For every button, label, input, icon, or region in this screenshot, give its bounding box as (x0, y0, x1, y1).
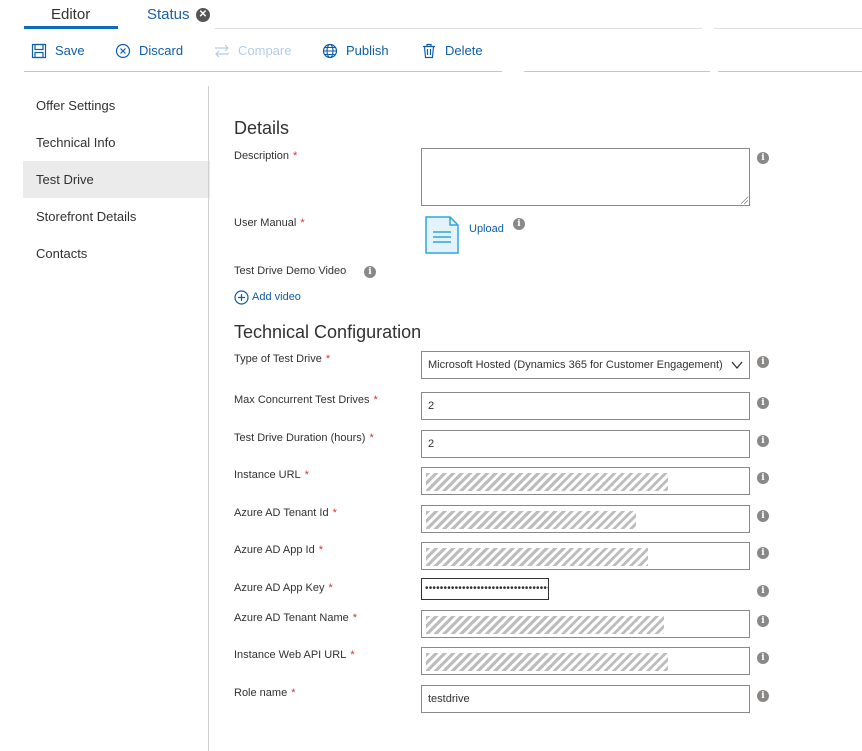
role-name-input[interactable]: testdrive (421, 685, 750, 713)
tab-bar-divider (714, 28, 862, 29)
delete-label: Delete (445, 43, 483, 58)
compare-icon (215, 44, 229, 58)
delete-icon (423, 43, 435, 59)
required-mark: * (350, 649, 355, 661)
tab-bar-divider (215, 28, 702, 29)
required-mark: * (291, 687, 296, 699)
required-mark: * (352, 612, 358, 624)
tenant-name-label: Azure AD Tenant Name * (234, 612, 358, 624)
nav-item-test-drive[interactable]: Test Drive (23, 161, 210, 198)
nav-item-offer-settings[interactable]: Offer Settings (23, 87, 210, 124)
app-key-label: Azure AD App Key * (234, 582, 333, 594)
publish-label: Publish (346, 43, 389, 58)
discard-button[interactable]: Discard (115, 42, 183, 60)
tenant-name-input[interactable] (421, 610, 750, 638)
web-api-url-input[interactable] (421, 647, 750, 675)
details-heading: Details (234, 118, 290, 138)
info-icon[interactable]: i (757, 152, 769, 164)
nav-item-technical-info[interactable]: Technical Info (23, 124, 210, 161)
compare-button[interactable]: Compare (214, 42, 291, 60)
info-icon[interactable]: i (757, 356, 769, 368)
save-label: Save (55, 43, 85, 58)
info-icon[interactable]: i (757, 472, 769, 484)
nav-item-storefront-details[interactable]: Storefront Details (23, 198, 210, 235)
publish-button[interactable]: Publish (322, 42, 389, 60)
tab-status[interactable]: Status (147, 5, 190, 25)
compare-label: Compare (238, 43, 292, 58)
required-mark: * (369, 432, 374, 444)
test-drive-type-select[interactable]: Microsoft Hosted (Dynamics 365 for Custo… (421, 351, 750, 379)
redacted-value (426, 653, 668, 671)
redacted-value (426, 473, 668, 491)
upload-link[interactable]: Upload (469, 222, 504, 236)
technical-configuration-heading: Technical Configuration (234, 322, 422, 342)
user-manual-label: User Manual * (234, 217, 305, 229)
test-drive-type-value: Microsoft Hosted (Dynamics 365 for Custo… (428, 359, 723, 371)
toolbar-divider (24, 71, 502, 72)
toolbar-divider (718, 71, 862, 72)
add-video-link[interactable]: Add video (252, 290, 301, 304)
web-api-url-label: Instance Web API URL * (234, 649, 355, 661)
description-label: Description * (234, 150, 298, 162)
info-icon[interactable]: i (757, 510, 769, 522)
instance-url-label: Instance URL * (234, 469, 309, 481)
app-id-input[interactable] (421, 542, 750, 570)
document-icon (425, 216, 459, 254)
add-circle-icon[interactable] (234, 290, 249, 305)
info-icon[interactable]: i (513, 218, 525, 230)
required-mark: * (325, 353, 331, 365)
duration-input[interactable]: 2 (421, 430, 750, 458)
info-icon[interactable]: i (757, 585, 769, 597)
max-concurrent-input[interactable]: 2 (421, 392, 750, 420)
save-icon (31, 43, 47, 59)
required-mark: * (300, 217, 305, 229)
tenant-id-input[interactable] (421, 505, 750, 533)
toolbar-divider (524, 71, 710, 72)
info-icon[interactable]: i (364, 266, 376, 278)
info-icon[interactable]: i (757, 547, 769, 559)
demo-video-label: Test Drive Demo Video (234, 265, 347, 277)
required-mark: * (332, 507, 337, 519)
resize-handle-icon[interactable] (741, 197, 748, 204)
required-mark: * (373, 394, 378, 406)
redacted-value (426, 548, 648, 566)
tab-editor[interactable]: Editor (24, 5, 118, 29)
duration-label: Test Drive Duration (hours) * (234, 432, 374, 444)
nav-divider (208, 86, 209, 751)
required-mark: * (328, 582, 333, 594)
tenant-id-label: Azure AD Tenant Id * (234, 507, 337, 519)
instance-url-input[interactable] (421, 467, 750, 495)
info-icon[interactable]: i (757, 397, 769, 409)
info-icon[interactable]: i (757, 690, 769, 702)
discard-icon (115, 43, 131, 59)
publish-icon (322, 43, 338, 59)
info-icon[interactable]: i (757, 652, 769, 664)
delete-button[interactable]: Delete (421, 42, 483, 60)
close-icon[interactable]: ✕ (196, 8, 210, 22)
chevron-down-icon (731, 361, 743, 370)
redacted-value (426, 511, 636, 529)
nav-item-contacts[interactable]: Contacts (23, 235, 210, 272)
required-mark: * (304, 469, 309, 481)
info-icon[interactable]: i (757, 435, 769, 447)
description-textarea[interactable] (421, 148, 750, 206)
save-button[interactable]: Save (31, 42, 85, 60)
role-name-label: Role name * (234, 687, 296, 699)
required-mark: * (318, 544, 323, 556)
test-drive-type-label: Type of Test Drive * (234, 353, 331, 365)
redacted-value (426, 616, 664, 634)
discard-label: Discard (139, 43, 184, 58)
app-key-input[interactable]: •••••••••••••••••••••••••••••••••• (421, 578, 549, 600)
required-mark: * (293, 150, 298, 162)
app-id-label: Azure AD App Id * (234, 544, 323, 556)
info-icon[interactable]: i (757, 615, 769, 627)
max-concurrent-label: Max Concurrent Test Drives * (234, 394, 378, 406)
